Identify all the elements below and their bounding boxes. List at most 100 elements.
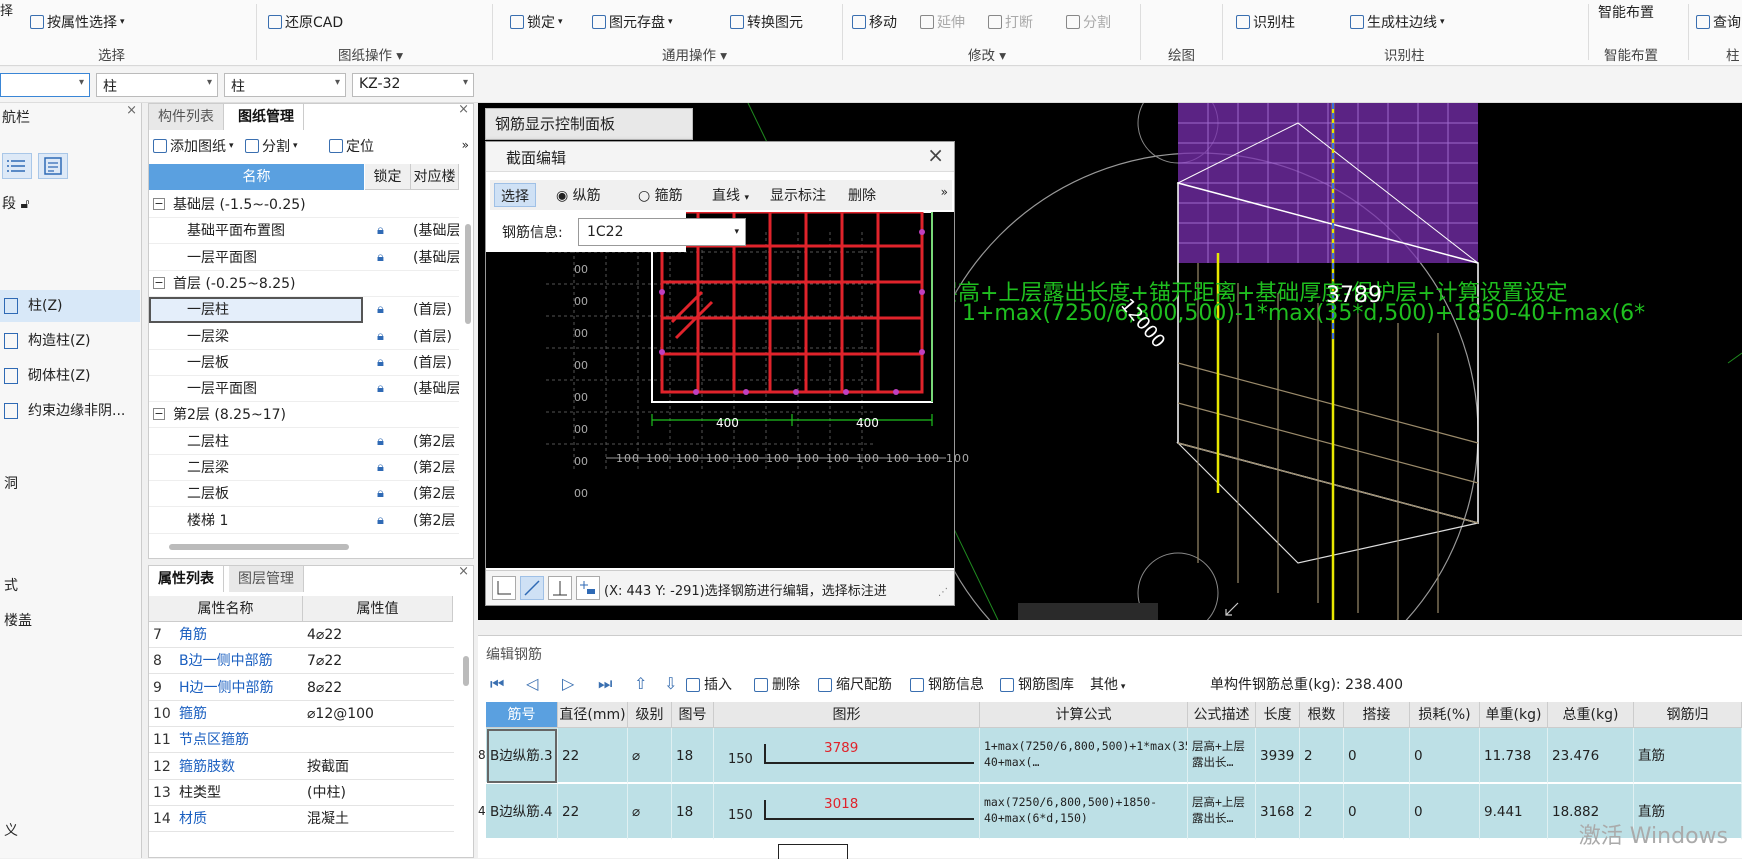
collapse-icon[interactable]: − xyxy=(153,198,165,210)
close-icon[interactable]: × xyxy=(927,143,944,167)
lock-icon[interactable]: 🔒︎ xyxy=(377,508,384,534)
property-row[interactable]: 9 H边一侧中部筋 8⌀22 xyxy=(149,675,454,701)
lock-icon[interactable]: 🔒︎ xyxy=(377,376,384,402)
tab-component-list[interactable]: 构件列表 xyxy=(149,104,224,130)
rebar-len-cell[interactable]: 3168 xyxy=(1256,784,1300,840)
tab-property-list[interactable]: 属性列表 xyxy=(149,566,224,592)
first-record-icon[interactable]: ⏮ xyxy=(490,674,504,694)
rebar-info-select[interactable]: 1C22 ▾ xyxy=(578,218,746,246)
column-header[interactable]: 公式描述 xyxy=(1188,702,1256,728)
rebar-kind-cell[interactable]: 直筋 xyxy=(1634,728,1742,784)
drawing-row[interactable]: 二层柱 🔒︎ (第2层 xyxy=(149,429,459,455)
nav-item[interactable]: 砌体柱(Z) xyxy=(0,360,140,392)
rebar-grade-cell[interactable]: ⌀ xyxy=(628,784,672,840)
rebar-unit-cell[interactable]: 9.441 xyxy=(1480,784,1548,840)
rebar-name-cell[interactable]: B边纵筋.4 xyxy=(486,784,558,840)
orthogonal-icon[interactable] xyxy=(492,576,516,600)
rebar-name-cell[interactable]: B边纵筋.3 xyxy=(486,728,558,784)
drawing-row[interactable]: 楼梯 1 🔒︎ (第2层 xyxy=(149,508,459,534)
collapse-icon[interactable]: − xyxy=(153,408,165,421)
info-button[interactable]: 钢筋信息 xyxy=(910,674,984,694)
drawing-row[interactable]: 一层柱 🔒︎ (首层) xyxy=(149,297,452,324)
column-header[interactable]: 单重(kg) xyxy=(1480,702,1548,728)
rebar-lap-cell[interactable]: 0 xyxy=(1344,728,1410,784)
rebar-formula-cell[interactable]: max(7250/6,800,500)+1850-40+max(6*d,150) xyxy=(980,784,1188,840)
column-header[interactable]: 图号 xyxy=(672,702,714,728)
drawing-row[interactable]: 一层平面图 🔒︎ (基础层 xyxy=(149,376,459,403)
lock-icon[interactable]: 🔒︎ xyxy=(377,429,384,455)
rebar-dia-cell[interactable]: 22 xyxy=(558,728,628,784)
rebar-total-cell[interactable]: 23.476 xyxy=(1548,728,1634,784)
snap-line-icon[interactable] xyxy=(520,576,544,600)
delete-button[interactable]: 删除 xyxy=(848,185,876,205)
extend-button[interactable]: 延伸 xyxy=(920,12,965,32)
nav-item[interactable]: 柱(Z) xyxy=(0,290,140,322)
gen-col-edge-button[interactable]: 生成柱边线 ▾ xyxy=(1350,12,1445,32)
break-button[interactable]: 打断 xyxy=(988,12,1033,32)
nav-item[interactable]: 义 xyxy=(0,815,140,847)
perpendicular-icon[interactable] xyxy=(548,576,572,600)
next-record-icon[interactable]: ▷ xyxy=(562,674,574,693)
column-header[interactable]: 长度 xyxy=(1256,702,1300,728)
insert-button[interactable]: 插入 xyxy=(686,674,732,694)
horizontal-scrollbar[interactable] xyxy=(169,544,349,550)
scale-button[interactable]: 缩尺配筋 xyxy=(818,674,892,694)
nav-item[interactable]: 洞 xyxy=(0,468,140,500)
tab-drawing-management[interactable]: 图纸管理 xyxy=(229,104,304,130)
rebar-unit-cell[interactable]: 11.738 xyxy=(1480,728,1548,784)
nav-item[interactable]: 构造柱(Z) xyxy=(0,325,140,357)
type2-select[interactable]: 柱 xyxy=(224,73,346,97)
lock-icon[interactable]: 🔒︎ xyxy=(377,455,384,481)
line-type-dropdown[interactable]: 直线 ▾ xyxy=(712,185,749,205)
rebar-dia-cell[interactable]: 22 xyxy=(558,784,628,840)
rebar-loss-cell[interactable]: 0 xyxy=(1410,784,1480,840)
lock-icon[interactable]: 🔒︎ xyxy=(377,245,384,271)
library-button[interactable]: 钢筋图库 xyxy=(1000,674,1074,694)
column-header[interactable]: 钢筋归 xyxy=(1634,702,1742,728)
property-row[interactable]: 12 箍筋肢数 按截面 xyxy=(149,754,454,780)
column-header[interactable]: 对应楼 xyxy=(411,164,459,190)
rebar-shape-cell[interactable]: 150 3789 xyxy=(714,728,980,784)
rebar-formula-cell[interactable]: 1+max(7250/6,800,500)+1*max(35*d,500)+18… xyxy=(980,728,1188,784)
show-label-button[interactable]: 显示标注 xyxy=(770,185,826,205)
column-header[interactable]: 名称 xyxy=(149,164,365,190)
lock-icon[interactable]: 🔒︎ xyxy=(377,350,384,376)
floor-group-row[interactable]: − 首层 (-0.25~8.25) xyxy=(149,271,459,297)
floor-group-row[interactable]: − 基础层 (-1.5~-0.25) xyxy=(149,192,459,218)
column-header[interactable]: 计算公式 xyxy=(980,702,1188,728)
column-header[interactable]: 直径(mm) xyxy=(558,702,628,728)
column-header[interactable]: 筋号 xyxy=(486,702,558,728)
split-drawing-button[interactable]: 分割 ▾ xyxy=(245,136,298,156)
delete-button[interactable]: 删除 xyxy=(754,674,800,694)
nav-item[interactable]: 楼盖 xyxy=(0,605,140,637)
property-row[interactable]: 7 角筋 4⌀22 xyxy=(149,622,454,648)
rebar-fig-cell[interactable]: 18 xyxy=(672,784,714,840)
collapse-icon[interactable]: − xyxy=(153,276,165,289)
resize-grip-icon[interactable]: ⋰ xyxy=(938,587,948,598)
property-row[interactable]: 11 节点区箍筋 xyxy=(149,727,454,754)
rebar-len-cell[interactable]: 3939 xyxy=(1256,728,1300,784)
rebar-loss-cell[interactable]: 0 xyxy=(1410,728,1480,784)
lock-icon[interactable]: 🔒︎ xyxy=(377,324,384,350)
add-point-icon[interactable] xyxy=(576,576,600,600)
rebar-desc-cell[interactable]: 层高+上层露出长… xyxy=(1188,728,1256,784)
last-record-icon[interactable]: ⏭ xyxy=(598,674,612,694)
nav-item[interactable]: 式 xyxy=(0,570,140,602)
close-icon[interactable]: × xyxy=(126,103,137,118)
close-icon[interactable]: × xyxy=(458,564,469,579)
name-select[interactable]: KZ-32 xyxy=(352,73,474,97)
property-row[interactable]: 14 材质 混凝土 xyxy=(149,806,454,833)
drawing-row[interactable]: 基础平面布置图 🔒︎ (基础层 xyxy=(149,218,459,245)
other-dropdown[interactable]: 其他 ▾ xyxy=(1090,674,1125,694)
stirrup-radio[interactable]: ○ 箍筋 xyxy=(638,185,683,205)
locate-button[interactable]: 定位 xyxy=(329,136,374,156)
rebar-display-control-tab[interactable]: 钢筋显示控制面板 xyxy=(485,108,693,140)
column-header[interactable]: 根数 xyxy=(1300,702,1344,728)
column-header[interactable]: 级别 xyxy=(628,702,672,728)
rebar-cnt-cell[interactable]: 2 xyxy=(1300,784,1344,840)
drawing-row[interactable]: 二层梁 🔒︎ (第2层 xyxy=(149,455,459,481)
vertical-scrollbar[interactable] xyxy=(465,224,471,324)
drawing-row[interactable]: 一层平面图 🔒︎ (基础层 xyxy=(149,245,459,271)
column-header[interactable]: 损耗(%) xyxy=(1410,702,1480,728)
rebar-cnt-cell[interactable]: 2 xyxy=(1300,728,1344,784)
